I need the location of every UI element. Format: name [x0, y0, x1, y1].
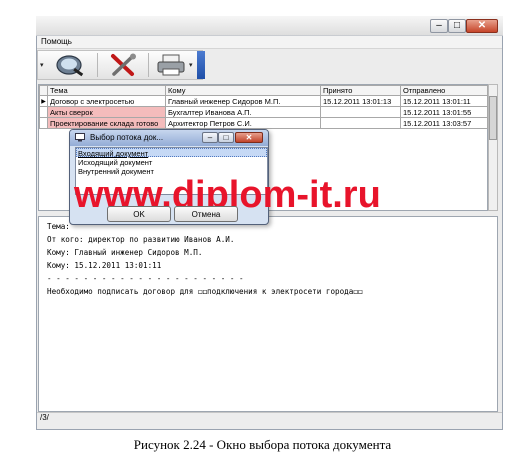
cell-to[interactable]: Бухгалтер Иванова А.П.	[165, 106, 321, 118]
status-bar	[37, 412, 502, 429]
print-button[interactable]	[151, 52, 191, 78]
cell-sent[interactable]: 15.12.2011 13:01:11	[400, 95, 488, 107]
toolbar-arrow-icon[interactable]: ▾	[40, 60, 44, 69]
menu-bar	[37, 36, 502, 49]
column-header-sent[interactable]: Отправлено	[400, 85, 488, 96]
header-indicator	[39, 85, 48, 96]
magnifier-icon	[56, 55, 84, 77]
message-line: Тема:	[47, 222, 70, 231]
cell-sent[interactable]: 15.12.2011 13:01:55	[400, 106, 488, 118]
table-header-row: Тема Кому Принято Отправлено	[39, 85, 488, 96]
column-header-to[interactable]: Кому	[165, 85, 321, 96]
message-line: Кому: Главный инженер Сидоров М.П.	[47, 248, 203, 257]
column-header-subject[interactable]: Тема	[47, 85, 166, 96]
toolbar-separator	[97, 53, 98, 77]
row-indicator: ▶	[39, 95, 48, 107]
dialog-maximize-button[interactable]: □	[218, 132, 234, 143]
maximize-icon: □	[453, 20, 461, 31]
print-dropdown-icon[interactable]: ▾	[189, 60, 193, 69]
message-line: От кого: директор по развитию Иванов А.И…	[47, 235, 235, 244]
ok-button[interactable]: OK	[107, 206, 171, 222]
status-text: /3/	[40, 413, 49, 422]
cell-received[interactable]	[320, 106, 401, 118]
row-indicator	[39, 117, 48, 129]
flow-list-item[interactable]: Исходящий документ	[78, 158, 152, 167]
printer-icon	[157, 54, 185, 76]
close-icon: ✕	[477, 20, 487, 31]
message-text-view[interactable]: Тема: От кого: директор по развитию Иван…	[38, 216, 498, 412]
row-indicator	[39, 106, 48, 118]
cell-to[interactable]: Архитектор Петров С.И.	[165, 117, 321, 129]
cell-subject[interactable]: Договор с электросетью	[47, 95, 166, 107]
toolbar-overflow-button[interactable]	[197, 51, 205, 79]
table-row[interactable]: ▶ Договор с электросетью Главный инженер…	[39, 95, 488, 107]
figure-caption: Рисунок 2.24 - Окно выбора потока докуме…	[133, 437, 392, 452]
table-row[interactable]: Акты сверок Бухгалтер Иванова А.П. 15.12…	[39, 106, 488, 118]
minimize-icon: –	[207, 132, 213, 142]
cell-received[interactable]	[320, 117, 401, 129]
cancel-button[interactable]: Отмена	[174, 206, 238, 222]
minimize-icon: –	[436, 20, 442, 31]
maximize-icon: □	[223, 132, 229, 142]
grid-scrollbar-thumb[interactable]	[489, 96, 497, 140]
close-icon: ✕	[245, 132, 253, 142]
cell-subject[interactable]: Проектирование склада готово	[47, 117, 166, 129]
minimize-button[interactable]: –	[430, 19, 448, 33]
cell-received[interactable]: 15.12.2011 13:01:13	[320, 95, 401, 107]
message-line: - - - - - - - - - - - - - - - - - - - - …	[47, 274, 244, 283]
tools-button[interactable]	[103, 52, 143, 78]
close-button[interactable]: ✕	[466, 19, 498, 33]
dialog-close-button[interactable]: ✕	[235, 132, 263, 143]
tools-icon	[111, 53, 136, 76]
flow-list-item[interactable]: Входящий документ	[78, 149, 148, 158]
table-row[interactable]: Проектирование склада готово Архитектор …	[39, 117, 488, 129]
search-button[interactable]	[50, 52, 90, 78]
cell-subject[interactable]: Акты сверок	[47, 106, 166, 118]
documents-table: Тема Кому Принято Отправлено ▶ Договор с…	[39, 85, 488, 129]
column-header-received[interactable]: Принято	[320, 85, 401, 96]
dialog-window-icon	[75, 133, 85, 142]
toolbar-separator	[148, 53, 149, 77]
maximize-button[interactable]: □	[448, 19, 466, 33]
dialog-title: Выбор потока док...	[90, 133, 164, 142]
menu-help[interactable]: Помощь	[41, 37, 72, 46]
message-line: Кому: 15.12.2011 13:01:11	[47, 261, 162, 270]
dialog-minimize-button[interactable]: –	[202, 132, 218, 143]
cell-sent[interactable]: 15.12.2011 13:03:57	[400, 117, 488, 129]
message-line: Необходимо подписать договор для ◻◻подкл…	[47, 287, 363, 296]
cell-to[interactable]: Главный инженер Сидоров М.П.	[165, 95, 321, 107]
